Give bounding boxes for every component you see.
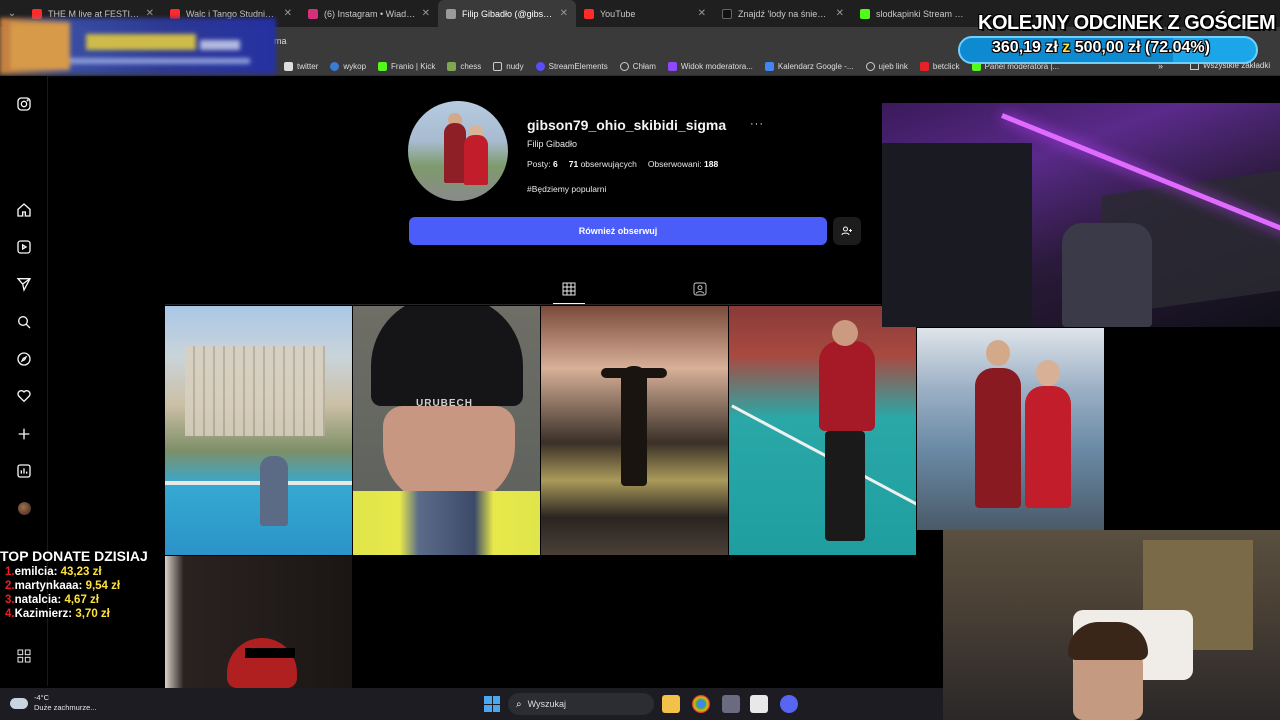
betclick-icon	[919, 61, 929, 71]
tab-posts-grid-icon[interactable]	[561, 281, 577, 297]
create-plus-icon[interactable]	[14, 424, 34, 444]
following-stat[interactable]: Obserwowani: 188	[648, 159, 718, 169]
profile-picture[interactable]	[408, 101, 508, 201]
twitch-icon	[667, 61, 677, 71]
tabs-divider	[165, 304, 881, 305]
weather-widget[interactable]: -4°C Duże zachmurze...	[10, 693, 97, 713]
home-icon[interactable]	[14, 200, 34, 220]
browser-tab[interactable]: YouTube ✕	[576, 0, 714, 27]
suggested-accounts-button[interactable]	[833, 217, 861, 245]
profile-bio: #Będziemy popularni	[527, 184, 607, 194]
youtube-favicon-icon	[32, 8, 42, 19]
folder-icon	[493, 61, 503, 71]
post-thumbnail[interactable]	[165, 556, 352, 688]
dashboard-chart-icon[interactable]	[14, 461, 34, 481]
bookmark-betclick[interactable]: betclick	[919, 61, 960, 71]
bookmark-ujeb-link[interactable]: ujeb link	[865, 61, 908, 71]
taskbar-search-box[interactable]: ⌕ Wyszukaj	[508, 693, 654, 715]
messages-send-icon[interactable]	[14, 274, 34, 294]
bookmark-chlam[interactable]: Chłam	[619, 61, 656, 71]
close-tab-icon[interactable]: ✕	[836, 8, 844, 19]
globe-icon	[619, 61, 629, 71]
blurred-overlay-image	[0, 18, 276, 74]
post-thumbnail[interactable]	[165, 306, 352, 555]
app-icon[interactable]	[722, 695, 740, 713]
app-icon[interactable]	[750, 695, 768, 713]
webcam-streamer-overlay	[943, 530, 1280, 720]
active-tab-indicator	[553, 303, 585, 304]
post-thumbnail[interactable]	[541, 306, 728, 555]
webcam-room-overlay	[882, 103, 1280, 327]
close-tab-icon[interactable]: ✕	[698, 8, 706, 19]
posts-stat: Posty: 6	[527, 159, 558, 169]
notifications-heart-icon[interactable]	[14, 386, 34, 406]
bookmark-folder-nudy[interactable]: nudy	[493, 61, 524, 71]
chrome-icon[interactable]	[692, 695, 710, 713]
profile-username: gibson79_ohio_skibidi_sigma	[527, 117, 727, 133]
calendar-icon	[764, 61, 774, 71]
search-icon[interactable]	[14, 312, 34, 332]
reels-icon[interactable]	[14, 237, 34, 257]
bookmark-chess[interactable]: chess	[447, 61, 481, 71]
youtube-favicon-icon	[170, 8, 180, 19]
youtube-favicon-icon	[584, 8, 594, 19]
donate-row: 3.natalcia: 4,67 zł	[5, 594, 99, 606]
browser-tab[interactable]: (6) Instagram • Wiadomo ✕	[300, 0, 438, 27]
follow-back-button[interactable]: Również obserwuj	[409, 217, 827, 245]
bookmark-google-calendar[interactable]: Kalendarz Google -...	[764, 61, 854, 71]
top-donates-widget: TOP DONATE DZISIAJ 1.emilcia: 43,23 zł 2…	[0, 548, 166, 620]
discord-icon[interactable]	[780, 695, 798, 713]
more-apps-grid-icon[interactable]	[16, 648, 32, 664]
post-thumbnail[interactable]: URUBECH	[353, 306, 540, 555]
bookmark-wykop[interactable]: wykop	[330, 61, 366, 71]
more-options-icon[interactable]: ···	[750, 118, 764, 130]
goal-amount-text: 360,19 zł z 500,00 zł (72.04%)	[992, 39, 1210, 56]
wykop-icon	[330, 61, 340, 71]
x-logo-icon	[284, 61, 293, 71]
kick-icon	[378, 61, 388, 71]
post-thumbnail[interactable]	[729, 306, 916, 555]
streamelements-icon	[535, 61, 545, 71]
donate-row: 2.martynkaaa: 9,54 zł	[5, 580, 121, 592]
post-thumbnail[interactable]	[917, 328, 1104, 530]
followers-stat[interactable]: 71 obserwujących	[569, 159, 637, 169]
donate-row: 4.Kazimierz: 3,70 zł	[5, 608, 110, 620]
profile-stats: Posty: 6 71 obserwujących Obserwowani: 1…	[527, 159, 718, 169]
donates-title: TOP DONATE DZISIAJ	[0, 548, 148, 564]
bookmark-streamelements[interactable]: StreamElements	[535, 61, 608, 71]
windows-start-icon[interactable]	[484, 696, 500, 712]
donate-row: 1.emilcia: 43,23 zł	[5, 566, 102, 578]
profile-avatar[interactable]	[14, 498, 34, 518]
search-icon: ⌕	[516, 698, 522, 710]
close-tab-icon[interactable]: ✕	[422, 8, 430, 19]
instagram-logo-icon[interactable]	[14, 94, 34, 114]
goal-title: KOLEJNY ODCINEK Z GOŚCIEM	[978, 12, 1276, 34]
avatar	[17, 501, 31, 515]
donation-goal-widget: KOLEJNY ODCINEK Z GOŚCIEM 360,19 zł z 50…	[958, 10, 1276, 64]
windows-taskbar: -4°C Duże zachmurze... ⌕ Wyszukaj	[0, 688, 943, 720]
bookmark-kick[interactable]: Franio | Kick	[378, 61, 435, 71]
tiktok-favicon-icon	[722, 8, 732, 19]
bookmark-twitter[interactable]: twitter	[284, 61, 318, 71]
instagram-favicon-icon	[446, 8, 456, 19]
kick-favicon-icon	[860, 8, 870, 19]
file-explorer-icon[interactable]	[662, 695, 680, 713]
pawn-icon	[447, 61, 457, 71]
profile-full-name: Filip Gibadło	[527, 139, 578, 149]
instagram-favicon-icon	[308, 8, 318, 19]
bookmark-mod-view[interactable]: Widok moderatora...	[667, 61, 753, 71]
browser-tab[interactable]: slodkapinki Stream - Wat	[852, 0, 972, 27]
close-tab-icon[interactable]: ✕	[560, 8, 568, 19]
globe-icon	[865, 61, 875, 71]
close-tab-icon[interactable]: ✕	[284, 8, 292, 19]
tab-tagged-icon[interactable]	[692, 281, 708, 297]
browser-tab[interactable]: Znajdź 'lody na śniegu' n ✕	[714, 0, 852, 27]
cloud-icon	[10, 697, 28, 709]
explore-compass-icon[interactable]	[14, 349, 34, 369]
add-person-icon	[841, 226, 852, 236]
browser-tab-active[interactable]: Filip Gibadło (@gibson79 ✕	[438, 0, 576, 27]
